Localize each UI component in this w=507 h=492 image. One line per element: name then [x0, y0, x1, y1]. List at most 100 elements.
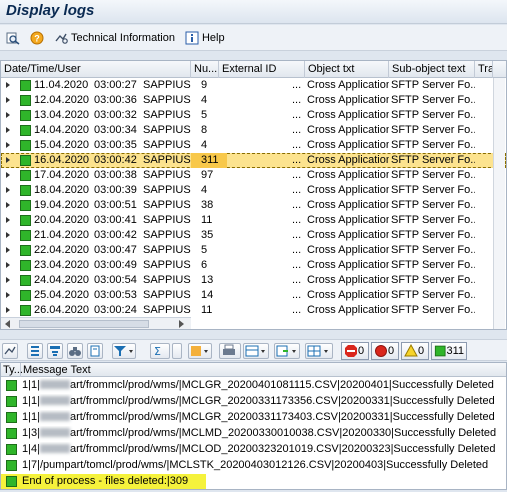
scroll-left-icon[interactable]	[5, 320, 10, 328]
table-row[interactable]: 11.04.2020 03:00:27 SAPPIUSE 9... Cross Appl…	[1, 78, 506, 93]
expand-arrow-icon[interactable]	[6, 82, 10, 88]
column-header-object[interactable]: Object txt	[305, 61, 389, 78]
user-cell: SAPPIUSE	[143, 79, 191, 91]
user-cell: SAPPIUSE	[143, 109, 191, 121]
message-row[interactable]: 1|4| art/frommcl/prod/wms/|MCLOD_20200323…	[1, 442, 506, 457]
message-row[interactable]: 1|1| art/frommcl/prod/wms/|MCLGR_20200331…	[1, 410, 506, 425]
object-cell: Cross Application	[307, 139, 389, 151]
expand-arrow-icon[interactable]	[6, 127, 10, 133]
expand-arrow-icon[interactable]	[6, 292, 10, 298]
help-question-icon: ?	[30, 31, 44, 44]
expand-arrow-icon[interactable]	[6, 112, 10, 118]
sum-dropdown[interactable]	[172, 343, 182, 359]
print-button[interactable]	[219, 343, 241, 359]
expand-arrow-icon[interactable]	[6, 97, 10, 103]
table-row[interactable]: 24.04.2020 03:00:54 SAPPIUSE 13... Cross App…	[1, 273, 506, 288]
expand-arrow-icon[interactable]	[6, 217, 10, 223]
scroll-thumb[interactable]	[19, 320, 149, 328]
table-row[interactable]: 25.04.2020 03:00:53 SAPPIUSE 14... Cross App…	[1, 288, 506, 303]
expand-arrow-icon[interactable]	[6, 187, 10, 193]
layout-button[interactable]	[305, 343, 333, 359]
sort-desc-button[interactable]	[47, 343, 63, 359]
expand-arrow-icon[interactable]	[6, 202, 10, 208]
user-cell: SAPPIUSE	[143, 154, 191, 166]
views-button[interactable]	[243, 343, 269, 359]
subobject-cell: SFTP Server Fo...	[391, 124, 475, 136]
help-label: Help	[201, 31, 225, 44]
column-header-message-text[interactable]: Message Text	[21, 363, 506, 377]
message-row[interactable]: 1|1| art/frommcl/prod/wms/|MCLGR_20200331…	[1, 394, 506, 409]
expand-arrow-icon[interactable]	[6, 277, 10, 283]
external-id-cell: ...	[292, 94, 302, 106]
scroll-right-icon[interactable]	[179, 320, 184, 328]
help-button[interactable]: ?	[27, 28, 47, 48]
help-text-button[interactable]: Help	[182, 28, 228, 48]
object-cell: Cross Application	[307, 124, 389, 136]
expand-arrow-icon[interactable]	[6, 157, 10, 163]
table-row[interactable]: 20.04.2020 03:00:41 SAPPIUSE 11... Cross App…	[1, 213, 506, 228]
object-cell: Cross Application	[307, 109, 389, 121]
horizontal-scrollbar[interactable]	[1, 317, 191, 329]
message-row[interactable]: 1|1| art/frommcl/prod/wms/|MCLGR_20200401…	[1, 378, 506, 393]
table-row[interactable]: 26.04.2020 03:00:24 SAPPIUSE 11... Cross App…	[1, 303, 506, 318]
warning-filter-button[interactable]: 0	[401, 342, 429, 360]
success-status-icon	[20, 110, 31, 121]
message-row-summary[interactable]: End of process - files deleted:|309	[1, 474, 206, 489]
table-row[interactable]: 23.04.2020 03:00:49 SAPPIUSE 6... Cross Appl…	[1, 258, 506, 273]
expand-arrow-icon[interactable]	[6, 232, 10, 238]
find-next-button[interactable]	[87, 343, 103, 359]
column-header-type[interactable]: Ty...	[1, 363, 23, 377]
success-status-icon	[20, 230, 31, 241]
column-header-external-id[interactable]: External ID	[219, 61, 305, 78]
expand-arrow-icon[interactable]	[6, 307, 10, 313]
subobject-cell: SFTP Server Fo...	[391, 214, 475, 226]
message-text: 1|7|/pumpart/tomcl/prod/wms/|MCLSTK_2020…	[22, 459, 489, 471]
table-row[interactable]: 12.04.2020 03:00:36 SAPPIUSE 4... Cross Appl…	[1, 93, 506, 108]
subtotal-button[interactable]	[188, 343, 212, 359]
abort-filter-button[interactable]: 0	[371, 342, 399, 360]
table-row[interactable]: 14.04.2020 03:00:34 SAPPIUSE 8... Cross Appl…	[1, 123, 506, 138]
table-row[interactable]: 15.04.2020 03:00:35 SAPPIUSE 4... Cross Appl…	[1, 138, 506, 153]
table-row[interactable]: 13.04.2020 03:00:32 SAPPIUSE 5... Cross Appl…	[1, 108, 506, 123]
column-header-subobject[interactable]: Sub-object text	[389, 61, 475, 78]
technical-information-button[interactable]: Technical Information	[51, 28, 178, 48]
details-button[interactable]	[2, 343, 18, 359]
subobject-cell: SFTP Server Fo...	[391, 109, 475, 121]
message-row[interactable]: 1|3| art/frommcl/prod/wms/|MCLMD_20200330…	[1, 426, 506, 441]
find-button[interactable]	[67, 343, 83, 359]
expand-arrow-icon[interactable]	[6, 172, 10, 178]
column-header-date[interactable]: Date/Time/User	[1, 61, 191, 78]
vertical-scrollbar[interactable]	[493, 78, 505, 329]
table-row[interactable]: 21.04.2020 03:00:42 SAPPIUSE 35... Cross App…	[1, 228, 506, 243]
success-filter-button[interactable]: 311	[431, 342, 467, 360]
table-row[interactable]: 17.04.2020 03:00:38 SAPPIUSE 97... Cross App…	[1, 168, 506, 183]
details-icon	[4, 346, 16, 355]
export-icon	[276, 345, 296, 357]
sort-asc-button[interactable]	[27, 343, 43, 359]
expand-arrow-icon[interactable]	[6, 247, 10, 253]
table-row[interactable]: 19.04.2020 03:00:51 SAPPIUSE 38... Cross App…	[1, 198, 506, 213]
column-header-transaction[interactable]: Tran	[475, 61, 493, 78]
table-row[interactable]: 16.04.2020 03:00:42 SAPPIUSE311... Cross Ap…	[1, 153, 506, 168]
expand-arrow-icon[interactable]	[6, 262, 10, 268]
date-cell: 23.04.2020	[34, 259, 90, 271]
filter-button[interactable]	[112, 343, 136, 359]
object-cell: Cross Application	[307, 274, 389, 286]
external-id-cell: ...	[292, 139, 302, 151]
splitter[interactable]	[0, 331, 507, 339]
number-cell: 4	[201, 139, 208, 151]
export-button[interactable]	[274, 343, 300, 359]
table-row[interactable]: 22.04.2020 03:00:47 SAPPIUSE 5... Cross Appl…	[1, 243, 506, 258]
object-cell: Cross Application	[307, 244, 389, 256]
message-row[interactable]: 1|7|/pumpart/tomcl/prod/wms/|MCLSTK_2020…	[1, 458, 506, 473]
display-button[interactable]	[3, 28, 23, 48]
time-cell: 03:00:32	[94, 109, 137, 121]
expand-arrow-icon[interactable]	[6, 142, 10, 148]
table-row[interactable]: 18.04.2020 03:00:39 SAPPIUSE 4... Cross Appl…	[1, 183, 506, 198]
column-header-number[interactable]: Nu...	[191, 61, 219, 78]
date-cell: 18.04.2020	[34, 184, 90, 196]
sum-button[interactable]: Σ	[150, 343, 170, 359]
success-count: 311	[446, 345, 464, 357]
error-filter-button[interactable]: 0	[341, 342, 369, 360]
subobject-cell: SFTP Server Fo...	[391, 139, 475, 151]
